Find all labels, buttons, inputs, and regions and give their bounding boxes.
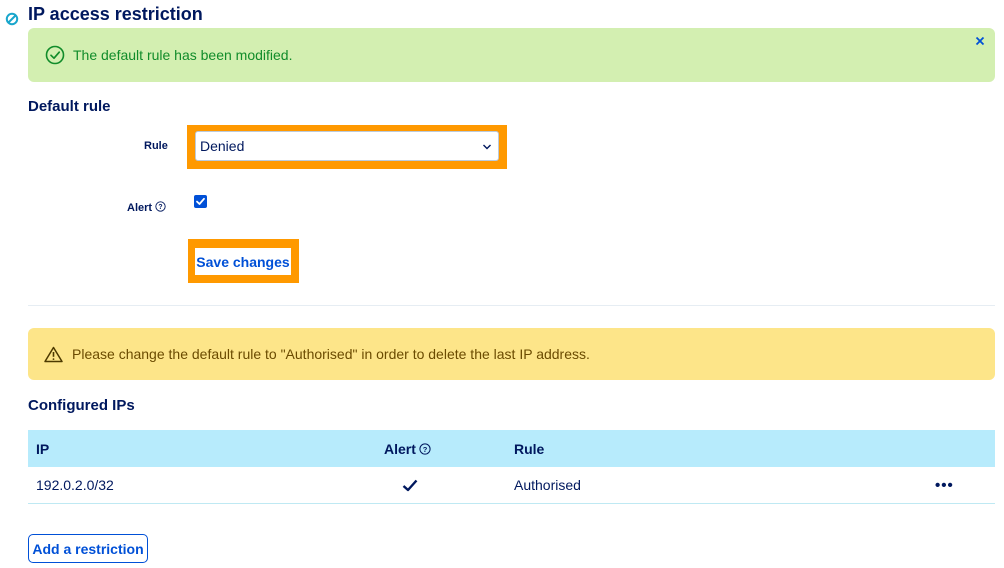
rule-select-value: Denied [200,138,245,154]
checkmark-icon [402,479,418,491]
check-circle-icon [45,45,65,65]
ip-cell: 192.0.2.0/32 [36,477,114,493]
save-changes-button[interactable]: Save changes [195,248,291,275]
rule-select[interactable]: Denied [195,131,499,161]
page-title: IP access restriction [28,4,203,24]
svg-text:?: ? [158,204,162,211]
table-row: 192.0.2.0/32 Authorised ••• [28,467,995,504]
alert-label: Alert ? [127,201,166,214]
warning-alert: Please change the default rule to "Autho… [28,328,995,380]
table-header: IP Alert ? Rule [28,430,995,467]
warning-message: Please change the default rule to "Autho… [72,346,590,362]
svg-text:?: ? [423,444,428,453]
alert-label-text: Alert [127,202,153,214]
default-rule-heading: Default rule [28,98,111,115]
section-divider [28,305,995,306]
add-restriction-button[interactable]: Add a restriction [28,534,148,563]
help-circle-icon[interactable]: ? [419,442,431,455]
help-circle-icon[interactable]: ? [155,201,166,212]
warning-triangle-icon [44,346,63,362]
column-header-rule: Rule [514,440,545,457]
checkmark-icon [196,197,205,205]
alert-checkbox[interactable] [194,195,207,208]
chevron-down-icon [483,144,491,150]
success-message: The default rule has been modified. [73,47,293,63]
close-icon[interactable] [973,34,987,48]
column-header-ip: IP [36,440,50,457]
configured-ips-heading: Configured IPs [28,397,135,414]
column-header-alert: Alert ? [384,430,431,467]
row-actions-button[interactable]: ••• [935,467,954,503]
rule-label: Rule [144,140,168,152]
success-alert: The default rule has been modified. [28,28,995,82]
rule-cell: Authorised [514,477,581,493]
prohibited-icon [5,12,19,26]
column-header-alert-label: Alert [384,440,416,457]
alert-cell [402,467,418,503]
